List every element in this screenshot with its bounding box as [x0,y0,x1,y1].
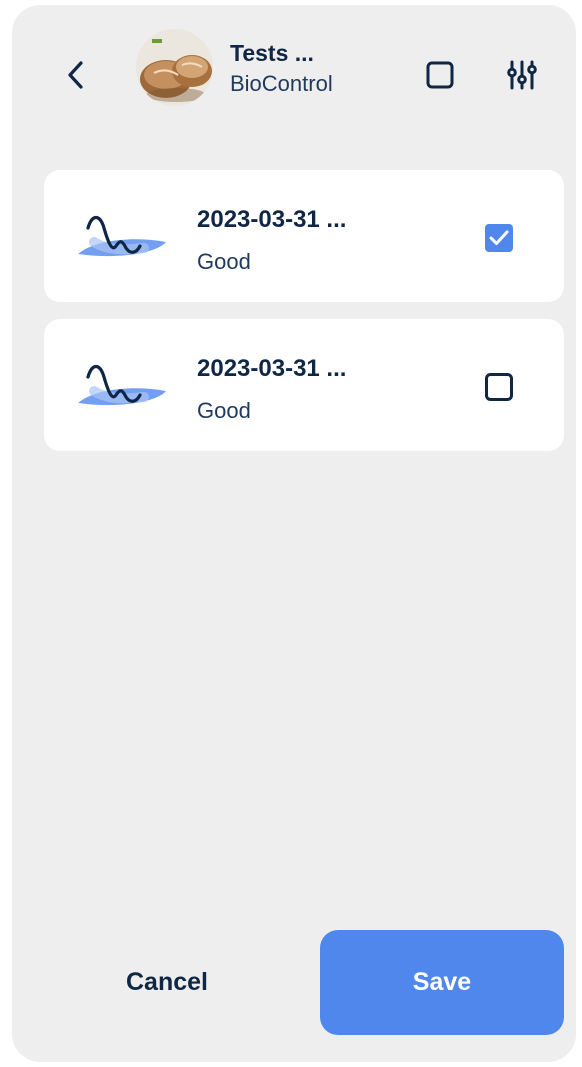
sliders-icon [507,60,537,90]
avatar [136,29,213,106]
signal-wave-icon [78,215,166,257]
back-button[interactable] [56,55,96,95]
app-panel: Tests ... BioControl 2023-03-31 ... Good… [12,5,576,1062]
list-item[interactable]: 2023-03-31 ... Good [44,170,564,302]
save-button[interactable]: Save [320,930,564,1035]
item-checkbox[interactable] [484,223,514,253]
checkbox-checked-icon [485,224,513,252]
item-status: Good [197,398,251,423]
bread-image [136,29,213,106]
chevron-left-icon [68,61,83,89]
filter-button[interactable] [500,53,544,97]
results-list: 2023-03-31 ... Good 2023-03-31 ... Good [44,170,564,468]
item-checkbox[interactable] [484,372,514,402]
page-title: Tests ... [230,40,314,66]
footer: Cancel Save [12,930,576,1035]
checkbox-unchecked-icon [485,373,513,401]
square-outline-icon [426,61,454,89]
select-all-button[interactable] [420,55,460,95]
signal-wave-icon [78,364,166,406]
item-status: Good [197,249,251,274]
list-item[interactable]: 2023-03-31 ... Good [44,319,564,451]
title-block: Tests ... BioControl [230,39,333,99]
item-title: 2023-03-31 ... [197,355,347,382]
item-title: 2023-03-31 ... [197,206,347,233]
cancel-button[interactable]: Cancel [62,930,272,1035]
page-subtitle: BioControl [230,71,333,96]
header: Tests ... BioControl [12,5,576,155]
